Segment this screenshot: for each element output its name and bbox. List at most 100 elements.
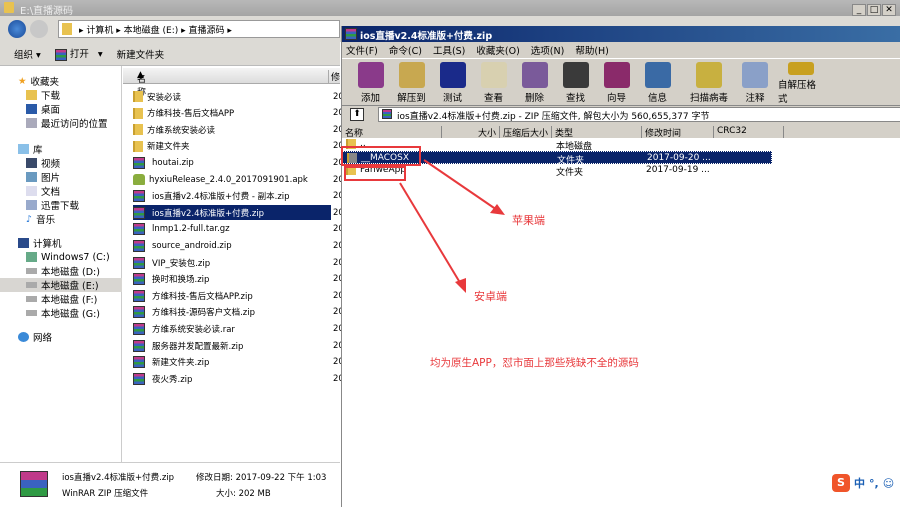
toolbar-icon — [696, 62, 722, 88]
sidebar-item-drive-g[interactable]: 本地磁盘 (G:) — [0, 306, 122, 320]
file-name: ios直播v2.4标准版+付费 - 副本.zip — [152, 192, 290, 203]
sidebar-item-recent[interactable]: 最近访问的位置 — [0, 116, 122, 130]
open-button[interactable]: 打开 ▾ — [54, 46, 103, 61]
window-controls: _ □ ✕ — [852, 4, 896, 16]
folder-icon — [133, 107, 143, 119]
toolbar-label: 解压到 — [397, 93, 426, 104]
file-row[interactable]: 服务器并发配置最新.zip 20 — [133, 338, 344, 353]
back-button[interactable] — [8, 20, 26, 38]
sidebar-item-music[interactable]: ♪ 音乐 — [0, 212, 122, 227]
column-header[interactable]: 修改时间 — [642, 126, 714, 139]
menu-item[interactable]: 帮助(H) — [575, 43, 609, 57]
file-row[interactable]: 夜火秀.zip 20 — [133, 371, 344, 386]
file-row[interactable]: hyxiuRelease_2.4.0_2017091901.apk 20 — [133, 172, 344, 187]
toolbar-button[interactable]: 查看 — [473, 59, 514, 105]
toolbar-button[interactable]: 扫描病毒 — [686, 59, 732, 105]
sidebar-network[interactable]: 网络 — [0, 330, 122, 344]
file-row[interactable]: ios直播v2.4标准版+付费.zip 20 — [133, 205, 344, 221]
file-name: 方维系统安装必读.rar — [152, 324, 235, 335]
column-name[interactable]: 名称 ▲ — [137, 70, 146, 98]
menu-item[interactable]: 选项(N) — [531, 43, 565, 57]
drive-icon — [26, 310, 37, 316]
toolbar-icon — [357, 62, 384, 88]
ime-toolbar[interactable]: S 中 °, ☺ — [832, 474, 894, 492]
sidebar-item-desktop[interactable]: 桌面 — [0, 102, 122, 116]
sidebar-item-pictures[interactable]: 图片 — [0, 170, 122, 184]
column-header[interactable]: CRC32 — [714, 126, 784, 138]
new-folder-button[interactable]: 新建文件夹 — [117, 47, 165, 61]
toolbar-button[interactable]: 向导 — [596, 59, 637, 105]
menu-item[interactable]: 工具(S) — [433, 43, 465, 57]
column-header[interactable]: 压缩后大小 — [500, 126, 552, 139]
file-row[interactable]: 方维科技-源码客户文档.zip 20 — [133, 305, 344, 320]
up-folder-button[interactable]: ⬆ — [350, 108, 364, 121]
minimize-button[interactable]: _ — [852, 4, 866, 16]
column-header[interactable]: 类型 — [552, 126, 642, 139]
file-row[interactable]: 安装必读 20 — [133, 89, 344, 104]
ime-language[interactable]: 中 — [854, 475, 865, 491]
file-row[interactable]: ios直播v2.4标准版+付费 - 副本.zip 20 — [133, 189, 344, 204]
sidebar-computer[interactable]: 计算机 — [0, 236, 122, 250]
toolbar-button[interactable]: 解压到 — [391, 59, 432, 105]
forward-button[interactable] — [30, 20, 48, 38]
sidebar-libraries[interactable]: 库 — [0, 142, 122, 156]
file-name: VIP_安装包.zip — [152, 258, 211, 269]
file-row[interactable]: lnmp1.2-full.tar.gz 20 — [133, 222, 344, 237]
sidebar-item-drive-c[interactable]: Windows7 (C:) — [0, 250, 122, 264]
winrar-icon — [133, 206, 145, 219]
toolbar-button[interactable]: 信息 — [637, 59, 678, 105]
toolbar-label: 删除 — [524, 93, 544, 104]
menu-item[interactable]: 文件(F) — [346, 43, 378, 57]
column-header[interactable]: 名称 — [342, 126, 442, 139]
sidebar-item-drive-f[interactable]: 本地磁盘 (F:) — [0, 292, 122, 306]
file-row[interactable]: VIP_安装包.zip 20 — [133, 255, 344, 270]
toolbar-icon — [439, 62, 466, 88]
emoji-icon[interactable]: ☺ — [883, 477, 894, 490]
archive-file-list: 名称 大小 压缩后大小 类型 修改时间 CRC32 .. 本地磁盘 __MACOSX 文件夹 20… — [342, 125, 900, 507]
ime-punctuation[interactable]: °, — [869, 477, 879, 490]
winrar-icon — [133, 339, 145, 352]
sidebar-item-thunder[interactable]: 迅雷下载 — [0, 198, 122, 212]
close-button[interactable]: ✕ — [882, 4, 896, 16]
archive-entry-modified: 2017-09-19 ... — [646, 165, 710, 175]
toolbar-icon — [562, 62, 589, 88]
sidebar-item-downloads[interactable]: 下载 — [0, 88, 122, 102]
archive-entry-type: 文件夹 — [556, 168, 584, 178]
breadcrumb-folder[interactable]: 直播源码 — [189, 26, 225, 36]
file-name: 安装必读 — [147, 92, 182, 103]
organize-button[interactable]: 组织 ▾ — [14, 47, 41, 61]
sidebar-item-documents[interactable]: 文档 — [0, 184, 122, 198]
file-row[interactable]: 方维科技-售后文档APP 20 — [133, 106, 344, 121]
toolbar-button[interactable]: 删除 — [514, 59, 555, 105]
maximize-button[interactable]: □ — [867, 4, 881, 16]
file-row[interactable]: source_android.zip 20 — [133, 238, 344, 253]
sidebar-item-videos[interactable]: 视频 — [0, 156, 122, 170]
details-filename: ios直播v2.4标准版+付费.zip — [62, 473, 175, 483]
file-row[interactable]: 方维科技-售后文档APP.zip 20 — [133, 288, 344, 303]
toolbar-button[interactable]: 查找 — [555, 59, 596, 105]
toolbar-label: 查找 — [565, 93, 585, 104]
toolbar-button[interactable]: 添加 — [350, 59, 391, 105]
file-row[interactable]: 方维系统安装必读 20 — [133, 122, 344, 137]
sidebar-item-drive-e[interactable]: 本地磁盘 (E:) — [0, 278, 122, 292]
file-row[interactable]: 换时和换场.zip 20 — [133, 272, 344, 287]
column-date[interactable]: 修 — [328, 70, 340, 83]
file-row[interactable]: 新建文件夹 20 — [133, 139, 344, 154]
file-row[interactable]: houtai.zip 20 — [133, 155, 344, 170]
toolbar-button[interactable]: 自解压格式 — [778, 59, 824, 105]
breadcrumb[interactable]: ▸ 计算机 ▸ 本地磁盘 (E:) ▸ 直播源码 ▸ — [58, 20, 340, 38]
file-name: 服务器并发配置最新.zip — [152, 341, 244, 352]
breadcrumb-computer[interactable]: 计算机 — [86, 26, 113, 36]
menu-item[interactable]: 命令(C) — [389, 43, 422, 57]
column-header[interactable]: 大小 — [442, 126, 500, 139]
menu-item[interactable]: 收藏夹(O) — [476, 43, 519, 57]
sidebar-item-drive-d[interactable]: 本地磁盘 (D:) — [0, 264, 122, 278]
winrar-toolbar: 添加 解压到 测试 查看 删除 查找 向导 信息 扫描病毒 注释 自解压格式 — [342, 58, 900, 106]
toolbar-icon — [480, 62, 507, 88]
toolbar-button[interactable]: 测试 — [432, 59, 473, 105]
sidebar-favorites[interactable]: ★ 收藏夹 — [0, 74, 122, 89]
file-row[interactable]: 方维系统安装必读.rar 20 — [133, 321, 344, 336]
file-row[interactable]: 新建文件夹.zip 20 — [133, 355, 344, 370]
breadcrumb-drive[interactable]: 本地磁盘 (E:) — [124, 26, 179, 36]
toolbar-button[interactable]: 注释 — [732, 59, 778, 105]
